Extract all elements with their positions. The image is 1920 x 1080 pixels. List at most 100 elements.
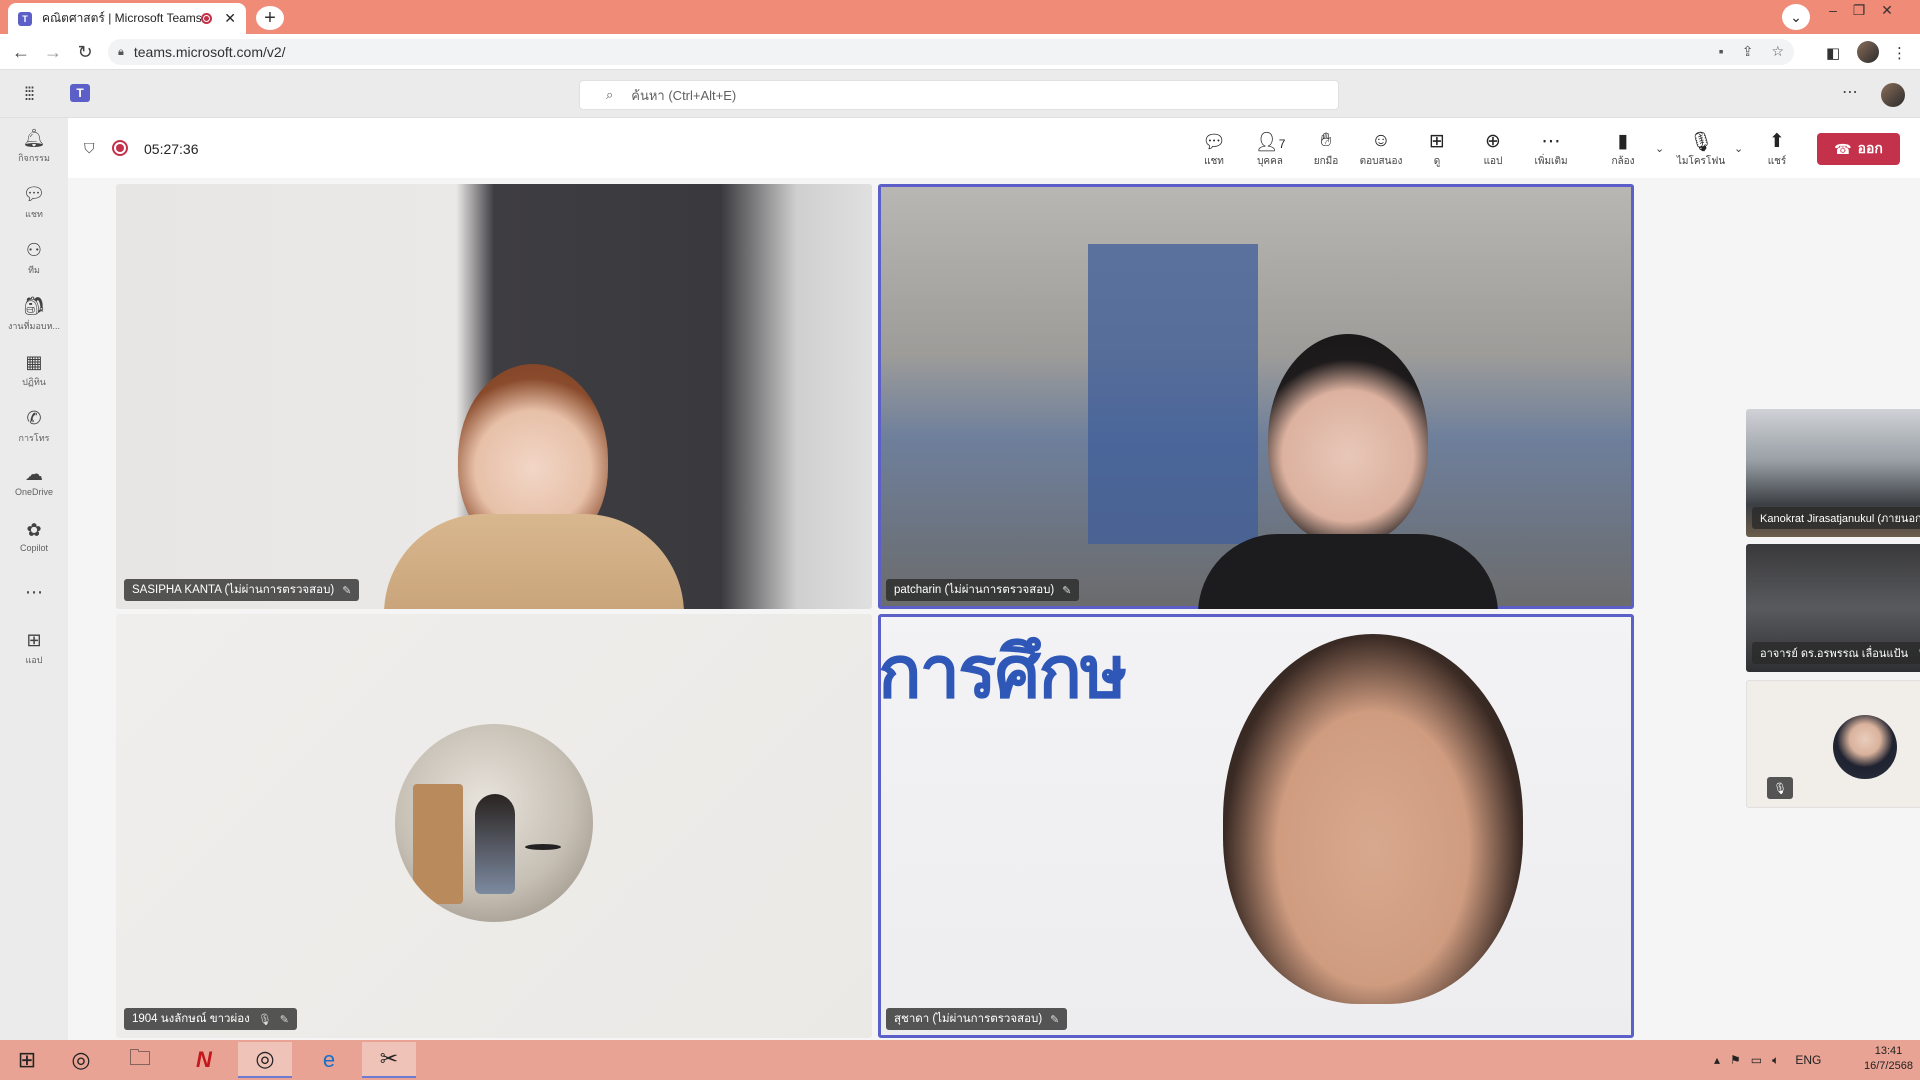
view-button[interactable]: ⊞ ดู <box>1412 130 1462 169</box>
minimize-button[interactable]: – <box>1820 2 1846 18</box>
participant-video <box>1268 334 1428 544</box>
user-avatar[interactable] <box>1881 83 1905 107</box>
participant-name: สุชาดา (ไม่ผ่านการตรวจสอบ) <box>894 1013 1043 1025</box>
grid-view-icon: ⊞ <box>1429 131 1445 152</box>
close-window-button[interactable]: ✕ <box>1874 2 1900 19</box>
address-bar[interactable]: 🔒︎ teams.microsoft.com/v2/ ▪ ⇪ ☆ <box>108 39 1794 65</box>
volume-icon[interactable]: 🔈︎ <box>1772 1053 1779 1068</box>
reload-icon[interactable]: ↻ <box>74 42 96 63</box>
share-button[interactable]: ⬆ แชร์ <box>1752 130 1802 169</box>
thumbnail-tile[interactable]: 🎙︎ <box>1746 680 1920 808</box>
leave-label: ออก <box>1857 140 1883 156</box>
participant-name-tag: 1904 นงลักษณ์ ขาวผ่อง 🎙︎ ✎ <box>124 1008 297 1030</box>
apps-button[interactable]: ⊕ แอป <box>1468 130 1518 169</box>
rail-teams[interactable]: ⚇ ทีม <box>0 240 68 277</box>
back-arrow-icon[interactable]: ← <box>10 42 32 63</box>
teams-header: ⁞⁞⁞ T ⌕ ค้นหา (Ctrl+Alt+E) ⋯ <box>0 70 1920 118</box>
view-label: ดู <box>1433 156 1441 167</box>
windows-taskbar: ⊞ ◎ 🗀 N ◎ e ✂ ▴ ⚑ ▭ 🔈︎ ENG 13:41 16/7/25… <box>0 1040 1920 1080</box>
thumbnail-tile[interactable]: อาจารย์ ดร.อรพรรณ เลื่อนแป้น 🎙︎ <box>1746 544 1920 672</box>
rail-label: กิจกรรม <box>18 153 50 163</box>
rail-copilot[interactable]: ✿ Copilot <box>0 520 68 553</box>
pin-icon[interactable]: ✎ <box>1050 1013 1059 1026</box>
rail-chat[interactable]: 💬︎ แชท <box>0 184 68 221</box>
apps-icon: ⊞ <box>26 630 42 650</box>
snipping-tool-icon[interactable]: ✂ <box>362 1042 416 1078</box>
rail-calls[interactable]: ✆ การโทร <box>0 408 68 445</box>
network-icon[interactable]: ▭ <box>1751 1053 1762 1067</box>
app-rail: 🔔︎ กิจกรรม 💬︎ แชท ⚇ ทีม 🎒︎ งานที่มอบห...… <box>0 118 68 1040</box>
more-horizontal-icon: ⋯ <box>1541 131 1561 152</box>
app-launcher-icon[interactable]: ⁞⁞⁞ <box>24 84 35 105</box>
windows-start-icon[interactable]: ⊞ <box>0 1042 54 1078</box>
rail-onedrive[interactable]: ☁ OneDrive <box>0 464 68 497</box>
pin-icon[interactable]: ✎ <box>280 1013 289 1026</box>
participant-name: อาจารย์ ดร.อรพรรณ เลื่อนแป้น <box>1760 648 1908 660</box>
tab-search-chevron-icon[interactable]: ⌄ <box>1782 4 1810 30</box>
camera-options-chevron-icon[interactable]: ⌄ <box>1655 142 1664 155</box>
camera-blocked-icon[interactable]: ▪ <box>1719 43 1724 60</box>
leave-button[interactable]: ☎ ออก <box>1817 133 1900 165</box>
chrome-active-icon[interactable]: ◎ <box>238 1042 292 1078</box>
react-button[interactable]: ☺ ตอบสนอง <box>1356 130 1406 169</box>
sidepanel-icon[interactable]: ◧ <box>1826 44 1840 62</box>
chat-button[interactable]: 💬︎ แชท <box>1189 130 1239 169</box>
raise-hand-button[interactable]: ✋︎ ยกมือ <box>1301 130 1351 169</box>
rail-label: ปฏิทิน <box>22 377 46 387</box>
header-more-icon[interactable]: ⋯ <box>1842 82 1858 102</box>
video-tile[interactable]: การศึกษ สุชาดา (ไม่ผ่านการตรวจสอบ) ✎ <box>878 614 1634 1038</box>
people-button[interactable]: 👤︎7 บุคคล <box>1245 130 1295 169</box>
mic-off-icon: 🎙︎ <box>1688 132 1714 153</box>
app-n-icon[interactable]: N <box>177 1042 231 1078</box>
video-tile[interactable]: SASIPHA KANTA (ไม่ผ่านการตรวจสอบ) ✎ <box>116 184 872 609</box>
pin-icon[interactable]: ✎ <box>1062 584 1071 597</box>
thumbnail-tile[interactable]: Kanokrat Jirasatjanukul (ภายนอก) <box>1746 409 1920 537</box>
camera-label: กล้อง <box>1611 156 1635 167</box>
share-page-icon[interactable]: ⇪ <box>1742 43 1754 60</box>
video-tile[interactable]: patcharin (ไม่ผ่านการตรวจสอบ) ✎ <box>878 184 1634 609</box>
cloud-icon: ☁ <box>25 464 43 484</box>
browser-menu-icon[interactable]: ⋮ <box>1892 44 1907 62</box>
participant-name: Kanokrat Jirasatjanukul (ภายนอก) <box>1760 513 1920 525</box>
recording-icon[interactable] <box>112 140 128 156</box>
camera-button[interactable]: ▮ กล้อง <box>1598 130 1648 169</box>
rail-assignments[interactable]: 🎒︎ งานที่มอบห... <box>0 296 68 333</box>
restore-button[interactable]: ❐ <box>1846 2 1872 19</box>
react-label: ตอบสนอง <box>1359 156 1403 167</box>
pin-icon[interactable]: ✎ <box>342 584 351 597</box>
camera-off-icon: ▮ <box>1617 131 1629 152</box>
teams-logo-icon: T <box>70 84 90 102</box>
more-button[interactable]: ⋯ เพิ่มเติม <box>1526 130 1576 169</box>
avatar-person <box>475 794 515 894</box>
forward-arrow-icon[interactable]: → <box>42 42 64 63</box>
chrome-icon[interactable]: ◎ <box>54 1042 108 1078</box>
video-tile[interactable]: 1904 นงลักษณ์ ขาวผ่อง 🎙︎ ✎ <box>116 614 872 1038</box>
browser-tab-teams[interactable]: T คณิตศาสตร์ | Microsoft Teams ✕ <box>8 3 246 34</box>
internet-explorer-icon[interactable]: e <box>302 1042 356 1078</box>
hangup-icon: ☎ <box>1834 140 1852 157</box>
search-input[interactable]: ⌕ ค้นหา (Ctrl+Alt+E) <box>579 80 1339 110</box>
tab-close-button[interactable]: ✕ <box>224 10 236 27</box>
bookmark-star-icon[interactable]: ☆ <box>1771 43 1784 60</box>
flag-icon[interactable]: ⚑ <box>1730 1053 1741 1067</box>
taskbar-clock[interactable]: 13:41 16/7/2568 <box>1864 1044 1913 1074</box>
mic-button[interactable]: 🎙︎ ไมโครโฟน <box>1676 130 1726 169</box>
language-indicator[interactable]: ENG <box>1795 1053 1821 1067</box>
rail-label: Copilot <box>19 543 48 553</box>
browser-profile-avatar[interactable] <box>1857 41 1879 63</box>
rail-apps[interactable]: ⊞ แอป <box>0 630 68 667</box>
participant-name: 1904 นงลักษณ์ ขาวผ่อง <box>132 1013 250 1025</box>
rail-more[interactable]: ⋯ <box>0 582 68 605</box>
participant-body <box>1198 534 1498 609</box>
meeting-stage: SASIPHA KANTA (ไม่ผ่านการตรวจสอบ) ✎ patc… <box>68 178 1920 1040</box>
rail-label: การโทร <box>18 433 50 443</box>
rail-activity[interactable]: 🔔︎ กิจกรรม <box>0 128 68 165</box>
people-icon: 👤︎7 <box>1254 132 1286 153</box>
file-explorer-icon[interactable]: 🗀 <box>113 1042 167 1078</box>
new-tab-button[interactable]: + <box>256 6 284 30</box>
participant-body <box>384 514 684 609</box>
tray-expand-icon[interactable]: ▴ <box>1714 1053 1720 1067</box>
rail-calendar[interactable]: ▦ ปฏิทิน <box>0 352 68 389</box>
mic-options-chevron-icon[interactable]: ⌄ <box>1734 142 1743 155</box>
shield-icon[interactable]: ⛉ <box>84 140 95 157</box>
